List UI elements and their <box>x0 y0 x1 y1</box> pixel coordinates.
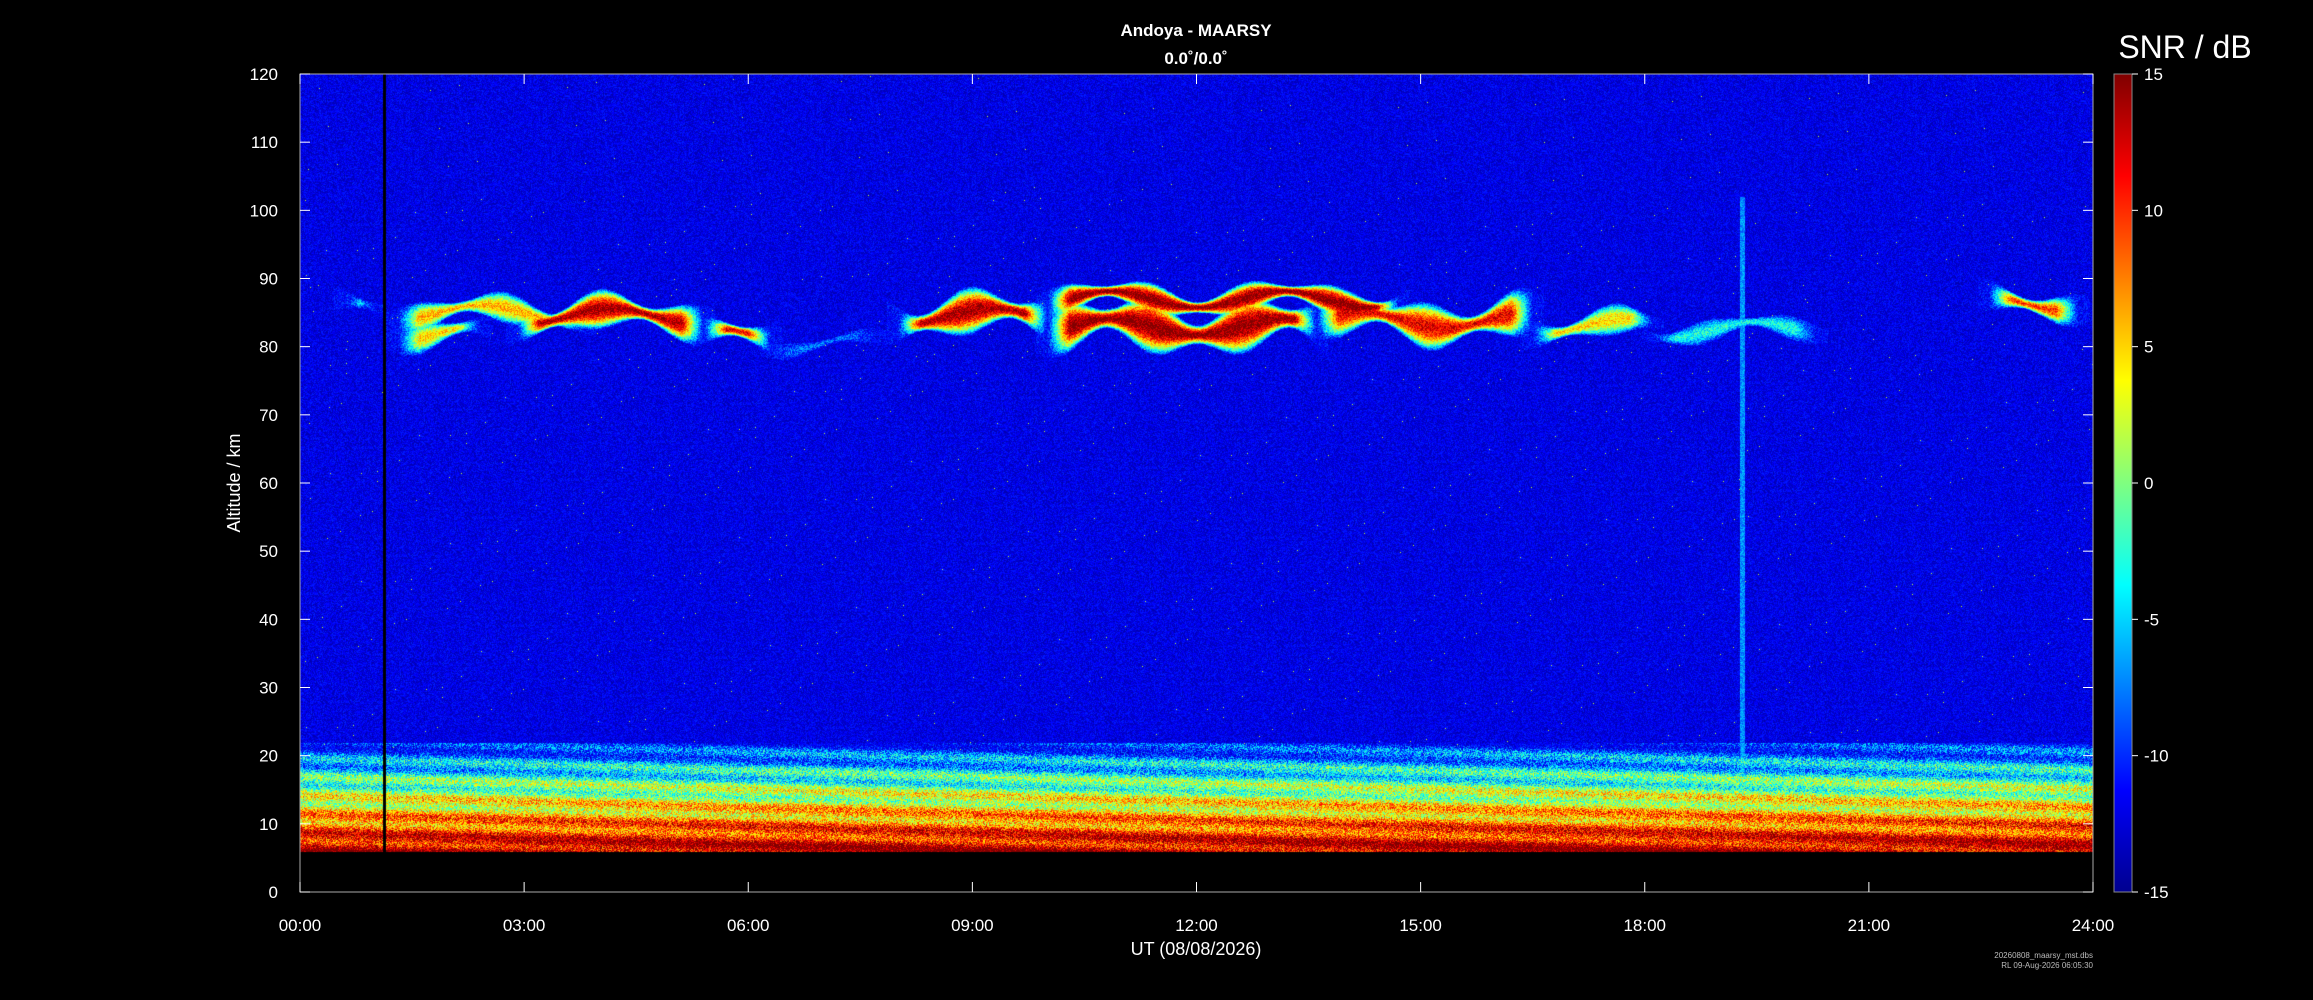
colorbar-label: SNR / dB <box>2118 29 2251 65</box>
y-tick-label: 30 <box>259 679 278 698</box>
colorbar-tick-label: 5 <box>2144 338 2153 357</box>
colorbar-tick-label: 0 <box>2144 474 2153 493</box>
y-tick-label: 80 <box>259 338 278 357</box>
x-tick-label: 21:00 <box>1848 916 1891 935</box>
colorbar-tick-label: -15 <box>2144 883 2169 902</box>
y-tick-label: 120 <box>250 65 278 84</box>
y-tick-label: 20 <box>259 747 278 766</box>
y-tick-label: 50 <box>259 542 278 561</box>
x-tick-label: 24:00 <box>2072 916 2115 935</box>
colorbar-ticks: 15 10 5 0 -5 -10 -15 <box>2132 65 2169 902</box>
x-tick-label: 06:00 <box>727 916 770 935</box>
x-tick-label: 03:00 <box>503 916 546 935</box>
maarsy-chart: Andoya - MAARSY 0.0˚/0.0˚ 00:00 03:00 06:0… <box>224 21 2252 970</box>
y-tick-label: 60 <box>259 474 278 493</box>
y-axis-label: Altitude / km <box>224 433 244 532</box>
colorbar-gradient <box>2113 73 2133 893</box>
x-tick-label: 12:00 <box>1175 916 1218 935</box>
y-tick-label: 90 <box>259 270 278 289</box>
x-tick-label: 15:00 <box>1399 916 1442 935</box>
plot-area: 00:00 03:00 06:00 09:00 12:00 15:00 18:00 21:00… <box>224 65 2114 959</box>
colorbar: 15 10 5 0 -5 -10 -15 SNR / dB <box>2113 29 2252 902</box>
y-tick-label: 110 <box>251 133 278 152</box>
x-tick-label: 00:00 <box>279 916 322 935</box>
x-tick-label: 18:00 <box>1623 916 1666 935</box>
snr-heatmap <box>300 74 2093 892</box>
y-tick-label: 0 <box>269 883 278 902</box>
footer-filename: 20260808_maarsy_mst.dbs <box>1994 951 2093 960</box>
footer-timestamp: RL 09-Aug-2026 06:05:30 <box>2001 961 2093 970</box>
y-tick-label: 100 <box>250 201 278 220</box>
heatmap-foreign <box>300 74 2093 892</box>
chart-subtitle: 0.0˚/0.0˚ <box>1164 49 1227 68</box>
y-tick-label: 10 <box>259 815 278 834</box>
y-tick-label: 70 <box>259 406 278 425</box>
x-tick-label: 09:00 <box>951 916 994 935</box>
colorbar-tick-label: -5 <box>2144 610 2159 629</box>
colorbar-tick-label: 15 <box>2144 65 2163 84</box>
x-axis-label: UT (08/08/2026) <box>1131 939 1262 959</box>
chart-title: Andoya - MAARSY <box>1120 21 1272 40</box>
y-tick-label: 40 <box>259 610 278 629</box>
colorbar-tick-label: -10 <box>2144 747 2169 766</box>
colorbar-tick-label: 10 <box>2144 201 2163 220</box>
